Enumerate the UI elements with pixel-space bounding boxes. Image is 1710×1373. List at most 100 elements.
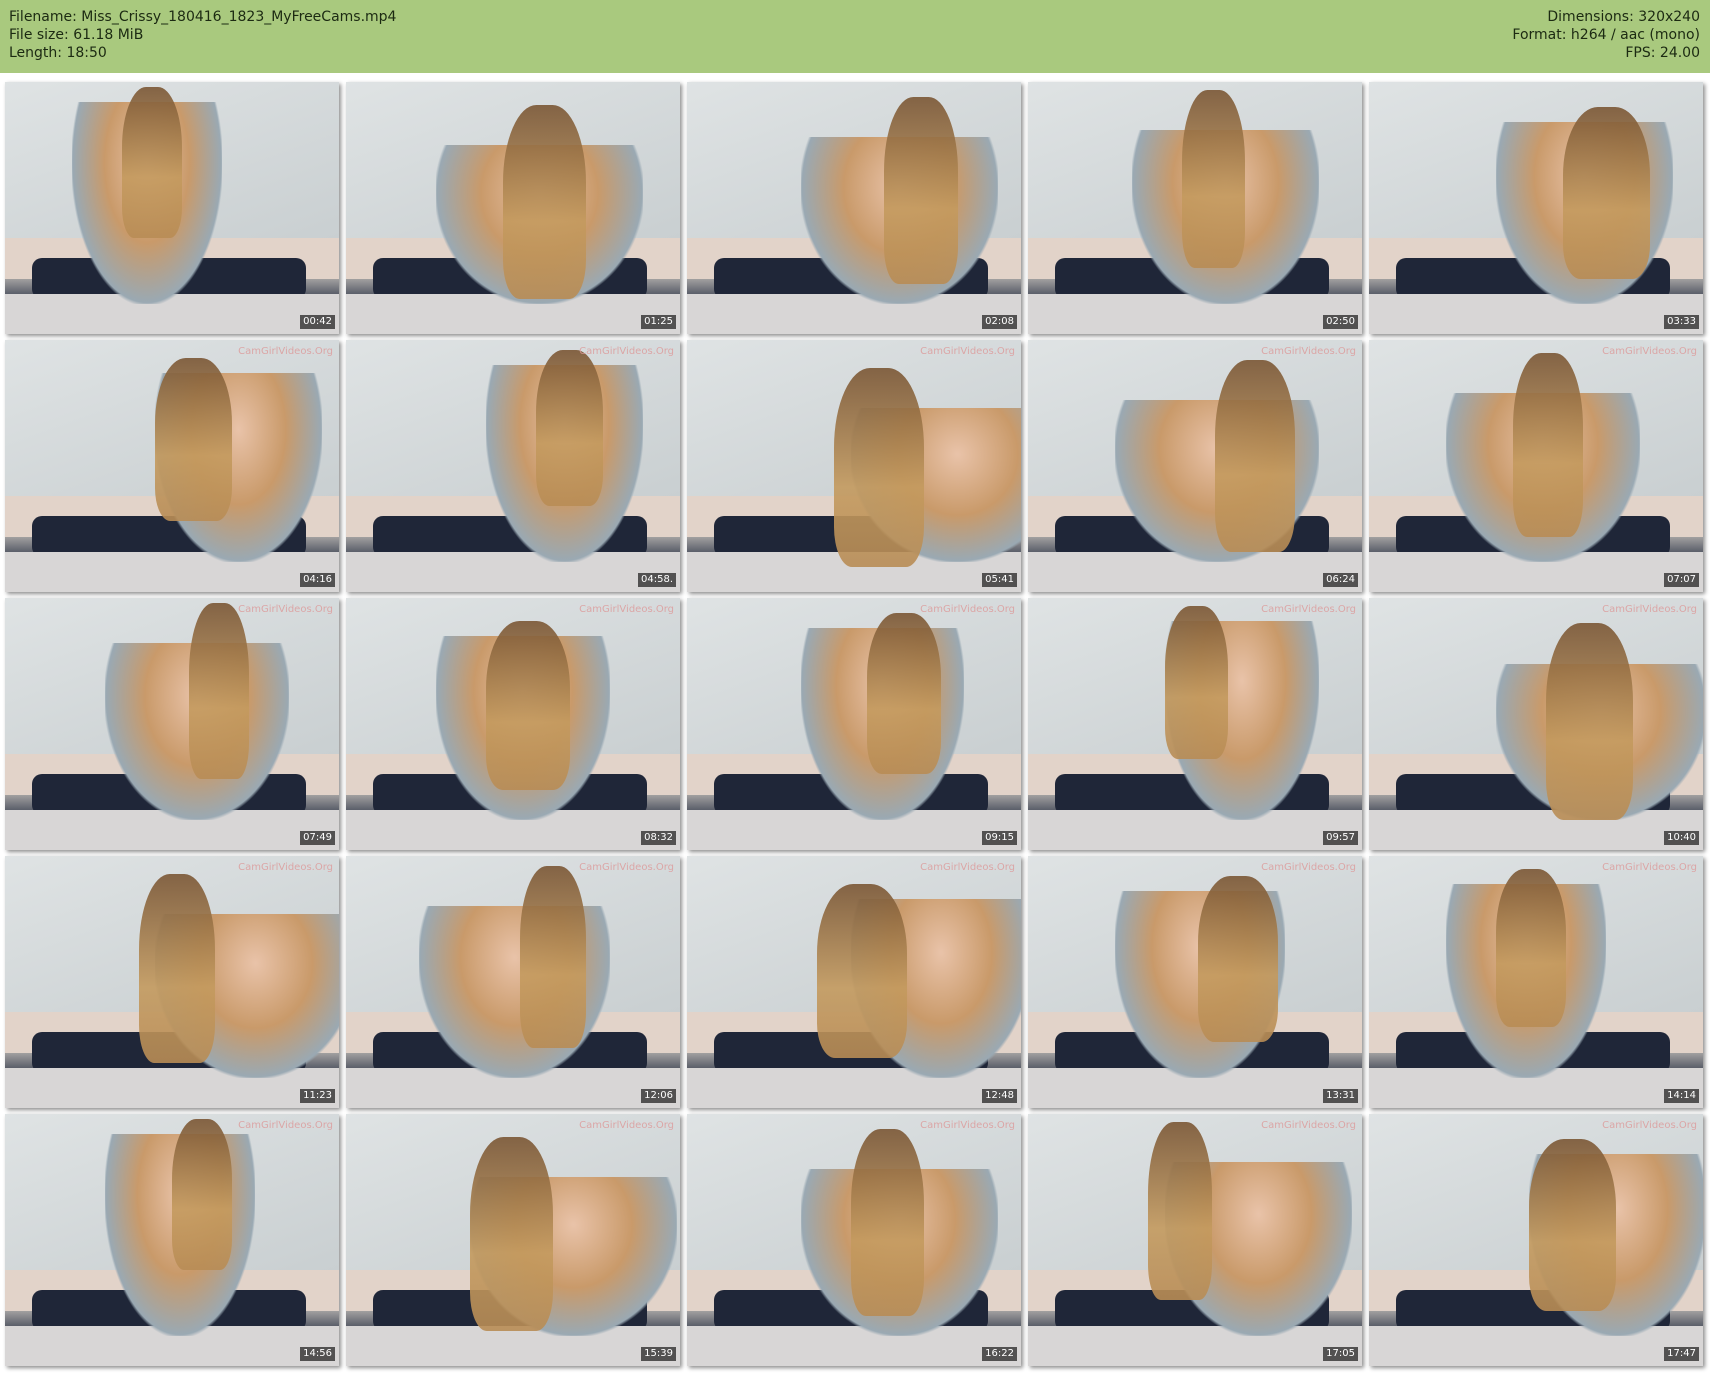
watermark-text: CamGirlVideos.Org <box>1602 1120 1697 1131</box>
video-thumbnail[interactable]: CamGirlVideos.Org 05:41 <box>687 340 1021 592</box>
timestamp-label: 07:07 <box>1664 573 1699 587</box>
timestamp-label: 12:48 <box>982 1089 1017 1103</box>
watermark-text: CamGirlVideos.Org <box>1261 346 1356 357</box>
thumbnail-grid: 00:42 01:25 02:08 02:50 03:33 CamGirlVideos.O… <box>5 82 1703 1366</box>
timestamp-label: 09:57 <box>1323 831 1358 845</box>
timestamp-label: 17:05 <box>1323 1347 1358 1361</box>
frame-hair <box>1546 623 1633 820</box>
timestamp-label: 11:23 <box>300 1089 335 1103</box>
video-thumbnail[interactable]: CamGirlVideos.Org 15:39 <box>346 1114 680 1366</box>
timestamp-label: 14:56 <box>300 1347 335 1361</box>
timestamp-label: 14:14 <box>1664 1089 1699 1103</box>
watermark-text: CamGirlVideos.Org <box>1602 862 1697 873</box>
frame-hair <box>121 87 182 239</box>
watermark-text: CamGirlVideos.Org <box>579 862 674 873</box>
watermark-text: CamGirlVideos.Org <box>238 346 333 357</box>
video-thumbnail[interactable]: CamGirlVideos.Org 10:40 <box>1369 598 1703 850</box>
timestamp-label: 15:39 <box>641 1347 676 1361</box>
timestamp-label: 00:42 <box>300 315 335 329</box>
frame-hair <box>519 866 587 1048</box>
video-thumbnail[interactable]: CamGirlVideos.Org 17:47 <box>1369 1114 1703 1366</box>
frame-hair <box>1181 89 1246 269</box>
frame-hair <box>469 1136 554 1331</box>
video-info: Dimensions: 320x240 Format: h264 / aac (… <box>1512 8 1700 62</box>
frame-hair <box>884 97 958 284</box>
video-thumbnail[interactable]: CamGirlVideos.Org 04:58. <box>346 340 680 592</box>
timestamp-label: 13:31 <box>1323 1089 1358 1103</box>
watermark-text: CamGirlVideos.Org <box>920 1120 1015 1131</box>
watermark-text: CamGirlVideos.Org <box>920 604 1015 615</box>
frame-hair <box>867 613 941 775</box>
video-thumbnail[interactable]: CamGirlVideos.Org 09:57 <box>1028 598 1362 850</box>
video-thumbnail[interactable]: CamGirlVideos.Org 17:05 <box>1028 1114 1362 1366</box>
timestamp-label: 08:32 <box>641 831 676 845</box>
video-thumbnail[interactable]: CamGirlVideos.Org 08:32 <box>346 598 680 850</box>
video-thumbnail[interactable]: CamGirlVideos.Org 14:14 <box>1369 856 1703 1108</box>
frame-hair <box>155 357 233 522</box>
timestamp-label: 05:41 <box>982 573 1017 587</box>
frame-hair <box>1495 868 1567 1028</box>
frame-hair <box>502 104 587 299</box>
watermark-text: CamGirlVideos.Org <box>238 1120 333 1131</box>
timestamp-label: 06:24 <box>1323 573 1358 587</box>
length-text: Length: 18:50 <box>9 45 107 61</box>
timestamp-label: 10:40 <box>1664 831 1699 845</box>
timestamp-label: 03:33 <box>1664 315 1699 329</box>
video-thumbnail[interactable]: CamGirlVideos.Org 09:15 <box>687 598 1021 850</box>
watermark-text: CamGirlVideos.Org <box>238 862 333 873</box>
video-thumbnail[interactable]: 01:25 <box>346 82 680 334</box>
frame-hair <box>1198 876 1279 1043</box>
filename-text: Filename: Miss_Crissy_180416_1823_MyFree… <box>9 9 397 25</box>
watermark-text: CamGirlVideos.Org <box>579 604 674 615</box>
video-thumbnail[interactable]: CamGirlVideos.Org 12:48 <box>687 856 1021 1108</box>
watermark-text: CamGirlVideos.Org <box>1602 346 1697 357</box>
dimensions-text: Dimensions: 320x240 <box>1547 9 1700 25</box>
frame-hair <box>1512 352 1583 537</box>
frame-hair <box>1215 360 1296 552</box>
video-thumbnail[interactable]: CamGirlVideos.Org 06:24 <box>1028 340 1362 592</box>
watermark-text: CamGirlVideos.Org <box>920 346 1015 357</box>
video-thumbnail[interactable]: CamGirlVideos.Org 11:23 <box>5 856 339 1108</box>
timestamp-label: 07:49 <box>300 831 335 845</box>
watermark-text: CamGirlVideos.Org <box>920 862 1015 873</box>
video-thumbnail[interactable]: CamGirlVideos.Org 16:22 <box>687 1114 1021 1366</box>
frame-hair <box>817 883 908 1058</box>
frame-hair <box>188 603 249 780</box>
watermark-text: CamGirlVideos.Org <box>238 604 333 615</box>
filesize-text: File size: 61.18 MiB <box>9 27 144 43</box>
video-thumbnail[interactable]: CamGirlVideos.Org 07:49 <box>5 598 339 850</box>
timestamp-label: 16:22 <box>982 1347 1017 1361</box>
video-thumbnail[interactable]: 00:42 <box>5 82 339 334</box>
frame-hair <box>833 367 925 567</box>
frame-hair <box>486 620 570 790</box>
timestamp-label: 04:16 <box>300 573 335 587</box>
watermark-text: CamGirlVideos.Org <box>579 1120 674 1131</box>
frame-hair <box>536 350 604 507</box>
timestamp-label: 02:50 <box>1323 315 1358 329</box>
file-info: Filename: Miss_Crissy_180416_1823_MyFree… <box>9 8 396 62</box>
timestamp-label: 17:47 <box>1664 1347 1699 1361</box>
fps-text: FPS: 24.00 <box>1625 45 1700 61</box>
video-thumbnail[interactable]: CamGirlVideos.Org 07:07 <box>1369 340 1703 592</box>
video-thumbnail[interactable]: CamGirlVideos.Org 12:06 <box>346 856 680 1108</box>
timestamp-label: 01:25 <box>641 315 676 329</box>
watermark-text: CamGirlVideos.Org <box>1261 862 1356 873</box>
video-thumbnail[interactable]: CamGirlVideos.Org 14:56 <box>5 1114 339 1366</box>
format-text: Format: h264 / aac (mono) <box>1512 27 1700 43</box>
info-header: Filename: Miss_Crissy_180416_1823_MyFree… <box>0 0 1710 73</box>
frame-hair <box>1562 107 1650 279</box>
timestamp-label: 12:06 <box>641 1089 676 1103</box>
frame-hair <box>1164 605 1229 760</box>
watermark-text: CamGirlVideos.Org <box>579 346 674 357</box>
video-thumbnail[interactable]: CamGirlVideos.Org 04:16 <box>5 340 339 592</box>
video-thumbnail[interactable]: CamGirlVideos.Org 13:31 <box>1028 856 1362 1108</box>
video-thumbnail[interactable]: 02:08 <box>687 82 1021 334</box>
timestamp-label: 04:58. <box>638 573 676 587</box>
video-thumbnail[interactable]: 03:33 <box>1369 82 1703 334</box>
frame-hair <box>172 1119 233 1271</box>
timestamp-label: 02:08 <box>982 315 1017 329</box>
watermark-text: CamGirlVideos.Org <box>1261 1120 1356 1131</box>
frame-hair <box>1529 1139 1617 1311</box>
video-thumbnail[interactable]: 02:50 <box>1028 82 1362 334</box>
frame-hair <box>1148 1121 1212 1301</box>
